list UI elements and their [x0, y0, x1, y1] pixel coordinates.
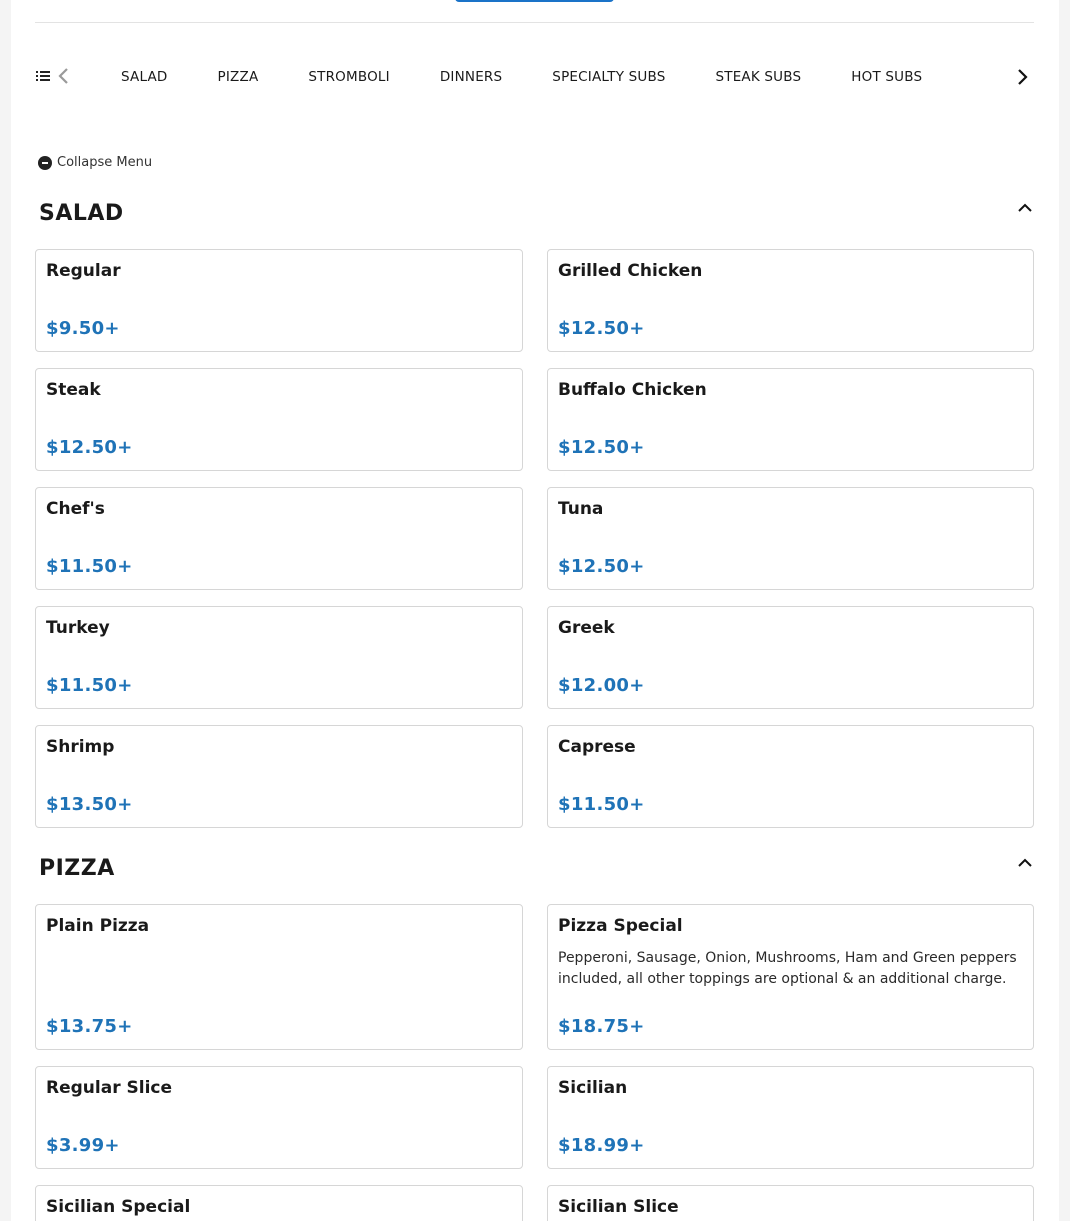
menu-item-card[interactable]: Tuna $12.50+ — [547, 487, 1034, 590]
chevron-left-icon[interactable] — [55, 66, 73, 86]
item-name: Sicilian Special — [46, 1197, 191, 1217]
item-price: $12.00+ — [558, 675, 645, 696]
menu-item-card[interactable]: Regular Slice $3.99+ — [35, 1066, 523, 1169]
category-steak-subs[interactable]: STEAK SUBS — [715, 69, 801, 85]
item-price: $12.50+ — [558, 437, 645, 458]
menu-item-card[interactable]: Regular $9.50+ — [35, 249, 523, 352]
item-name: Sicilian — [558, 1078, 628, 1098]
menu-item-card[interactable]: Chef's $11.50+ — [35, 487, 523, 590]
item-name: Greek — [558, 618, 615, 638]
menu-item-card[interactable]: Plain Pizza $13.75+ — [35, 904, 523, 1050]
chevron-up-icon[interactable] — [1015, 853, 1035, 873]
item-price: $11.50+ — [46, 556, 133, 577]
item-name: Sicilian Slice — [558, 1197, 679, 1217]
menu-item-card[interactable]: Pizza Special Pepperoni, Sausage, Onion, … — [547, 904, 1034, 1050]
menu-item-card[interactable]: Sicilian $18.99+ — [547, 1066, 1034, 1169]
menu-page: SALAD PIZZA STROMBOLI DINNERS SPECIALTY … — [11, 0, 1059, 1221]
item-price: $18.99+ — [558, 1135, 645, 1156]
salad-grid: Regular $9.50+ Grilled Chicken $12.50+ Ste… — [35, 249, 1034, 828]
item-price: $12.50+ — [558, 556, 645, 577]
section-title-pizza: PIZZA — [39, 856, 115, 881]
item-price: $11.50+ — [558, 794, 645, 815]
chevron-up-icon[interactable] — [1015, 198, 1035, 218]
item-name: Grilled Chicken — [558, 261, 703, 281]
menu-item-card[interactable]: Greek $12.00+ — [547, 606, 1034, 709]
menu-item-card[interactable]: Shrimp $13.50+ — [35, 725, 523, 828]
menu-item-card[interactable]: Buffalo Chicken $12.50+ — [547, 368, 1034, 471]
item-name: Steak — [46, 380, 101, 400]
pizza-grid: Plain Pizza $13.75+ Pizza Special Pepperon… — [35, 904, 1034, 1221]
item-name: Pizza Special — [558, 916, 683, 936]
item-name: Chef's — [46, 499, 105, 519]
top-bar — [35, 0, 1034, 23]
category-stromboli[interactable]: STROMBOLI — [308, 69, 389, 85]
item-price: $13.50+ — [46, 794, 133, 815]
category-specialty-subs[interactable]: SPECIALTY SUBS — [552, 69, 665, 85]
menu-item-card[interactable]: Sicilian Special — [35, 1185, 523, 1221]
section-title-salad: SALAD — [39, 201, 124, 226]
menu-item-card[interactable]: Turkey $11.50+ — [35, 606, 523, 709]
item-name: Regular — [46, 261, 121, 281]
item-price: $13.75+ — [46, 1016, 133, 1037]
item-price: $18.75+ — [558, 1016, 645, 1037]
menu-item-card[interactable]: Steak $12.50+ — [35, 368, 523, 471]
category-nav: SALAD PIZZA STROMBOLI DINNERS SPECIALTY … — [35, 56, 1035, 98]
item-price: $3.99+ — [46, 1135, 120, 1156]
collapse-menu-button[interactable]: Collapse Menu — [38, 155, 152, 170]
item-price: $11.50+ — [46, 675, 133, 696]
collapse-menu-label: Collapse Menu — [57, 155, 153, 170]
item-name: Turkey — [46, 618, 110, 638]
item-price: $9.50+ — [46, 318, 120, 339]
menu-item-card[interactable]: Grilled Chicken $12.50+ — [547, 249, 1034, 352]
chevron-right-icon — [1018, 69, 1028, 85]
item-description: Pepperoni, Sausage, Onion, Mushrooms, Ha… — [558, 950, 1017, 987]
menu-item-card[interactable]: Caprese $11.50+ — [547, 725, 1034, 828]
list-icon[interactable] — [35, 68, 51, 84]
item-name: Buffalo Chicken — [558, 380, 707, 400]
category-pizza[interactable]: PIZZA — [218, 69, 259, 85]
category-salad[interactable]: SALAD — [121, 69, 168, 85]
next-category-button[interactable] — [1009, 56, 1035, 98]
item-name: Regular Slice — [46, 1078, 172, 1098]
item-name: Caprese — [558, 737, 636, 757]
top-button[interactable] — [455, 0, 614, 2]
category-dinners[interactable]: DINNERS — [440, 69, 502, 85]
item-name: Tuna — [558, 499, 604, 519]
item-price: $12.50+ — [46, 437, 133, 458]
category-track: SALAD PIZZA STROMBOLI DINNERS SPECIALTY … — [121, 56, 972, 98]
item-name: Plain Pizza — [46, 916, 150, 936]
category-hot-subs[interactable]: HOT SUBS — [851, 69, 922, 85]
minus-circle-icon — [38, 155, 52, 170]
item-name: Shrimp — [46, 737, 115, 757]
item-price: $12.50+ — [558, 318, 645, 339]
menu-item-card[interactable]: Sicilian Slice — [547, 1185, 1034, 1221]
